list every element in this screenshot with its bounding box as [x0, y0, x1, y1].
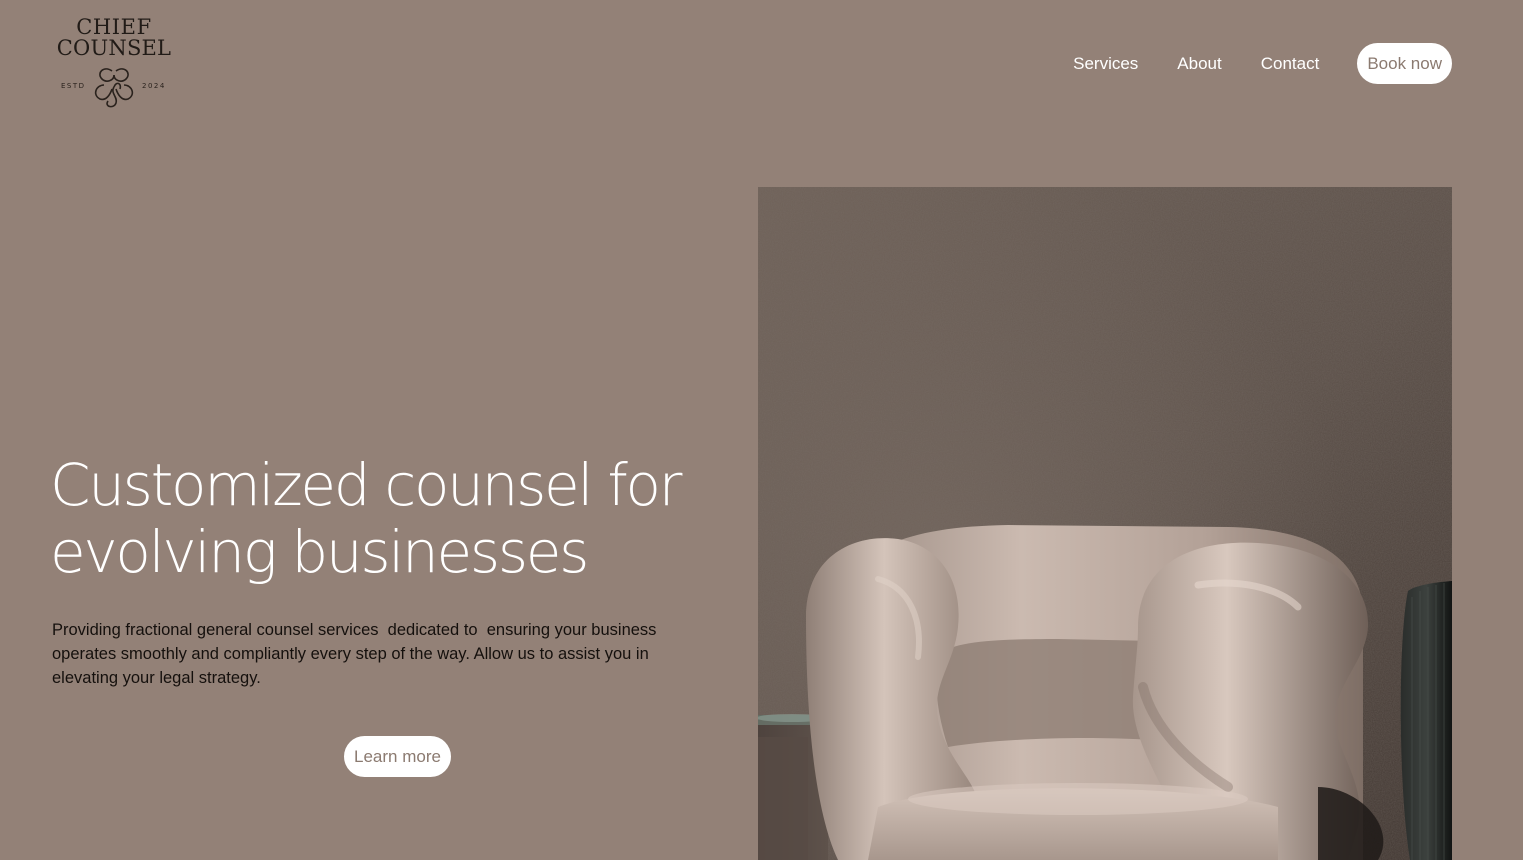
learn-more-button[interactable]: Learn more — [344, 736, 451, 777]
hero-title-line1: Customized counsel for — [50, 451, 683, 519]
book-now-button[interactable]: Book now — [1357, 43, 1452, 84]
nav-link-contact[interactable]: Contact — [1261, 54, 1320, 74]
armchair-illustration — [758, 187, 1452, 860]
hero-subtitle: Providing fractional general counsel ser… — [52, 621, 662, 687]
page: CHIEF COUNSEL ESTD 2024 Services About C… — [0, 0, 1523, 860]
hero-title-line2: evolving businesses — [50, 518, 589, 586]
main-nav: Services About Contact Book now — [1073, 43, 1452, 84]
knot-icon — [94, 68, 134, 108]
logo-text-line1: CHIEF — [76, 15, 152, 39]
brand-logo[interactable]: CHIEF COUNSEL ESTD 2024 — [52, 17, 176, 109]
nav-link-about[interactable]: About — [1177, 54, 1221, 74]
logo-text-line2: COUNSEL — [56, 36, 172, 60]
nav-link-services[interactable]: Services — [1073, 54, 1138, 74]
hero-title: Customized counsel for evolving businesse… — [50, 452, 730, 586]
hero-image — [758, 187, 1452, 860]
